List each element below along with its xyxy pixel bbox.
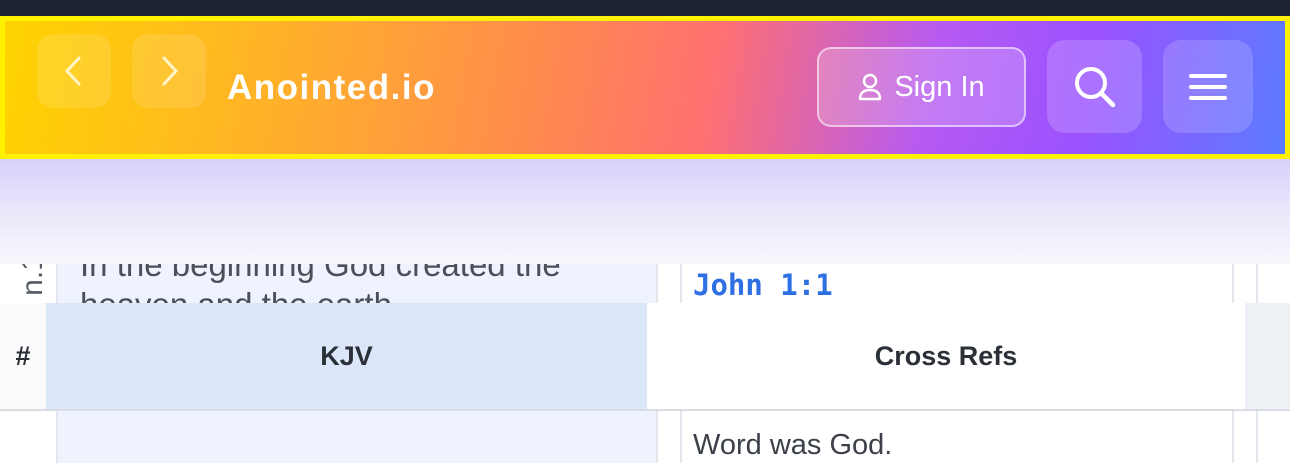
column-divider (56, 264, 58, 304)
column-divider (680, 264, 682, 304)
search-icon (1074, 66, 1115, 107)
column-divider (680, 411, 682, 463)
cross-ref-link[interactable]: John 1:1 (693, 268, 833, 302)
scrolled-verse-row: n.1 In the beginning God created the hea… (0, 264, 1290, 304)
brand-logo-text[interactable]: Anointed.io (227, 65, 436, 111)
user-icon (859, 73, 882, 101)
column-divider (1256, 264, 1258, 304)
column-header-kjv[interactable]: KJV (46, 303, 647, 409)
column-divider (1232, 411, 1234, 463)
kjv-cell (58, 411, 656, 463)
hamburger-menu-icon (1189, 73, 1227, 100)
kjv-verse-text: In the beginning God created the (80, 264, 561, 283)
column-divider (656, 411, 658, 463)
kjv-verse-text-line2: heaven and the earth. (80, 286, 401, 304)
top-status-strip (0, 0, 1290, 16)
table-header: # KJV Cross Refs (0, 303, 1290, 409)
header-shadow-glow (0, 159, 1290, 264)
menu-button[interactable] (1163, 40, 1253, 133)
cross-ref-verse-text: Word was God. (693, 429, 893, 461)
column-divider (656, 264, 658, 304)
column-divider (56, 411, 58, 463)
sign-in-label: Sign In (894, 70, 985, 103)
sign-in-button[interactable]: Sign In (817, 47, 1026, 127)
column-divider (1232, 264, 1234, 304)
table-row: Word was God. (0, 411, 1290, 463)
chevron-left-icon (65, 56, 81, 86)
verse-number-label: n.1 (16, 264, 49, 296)
chevron-right-icon (162, 56, 178, 86)
column-header-number[interactable]: # (0, 303, 46, 409)
column-divider (1256, 411, 1258, 463)
search-button[interactable] (1047, 40, 1142, 133)
forward-button[interactable] (132, 34, 206, 108)
column-header-extra (1245, 303, 1290, 409)
column-header-cross-refs[interactable]: Cross Refs (647, 303, 1245, 409)
back-button[interactable] (37, 34, 111, 108)
